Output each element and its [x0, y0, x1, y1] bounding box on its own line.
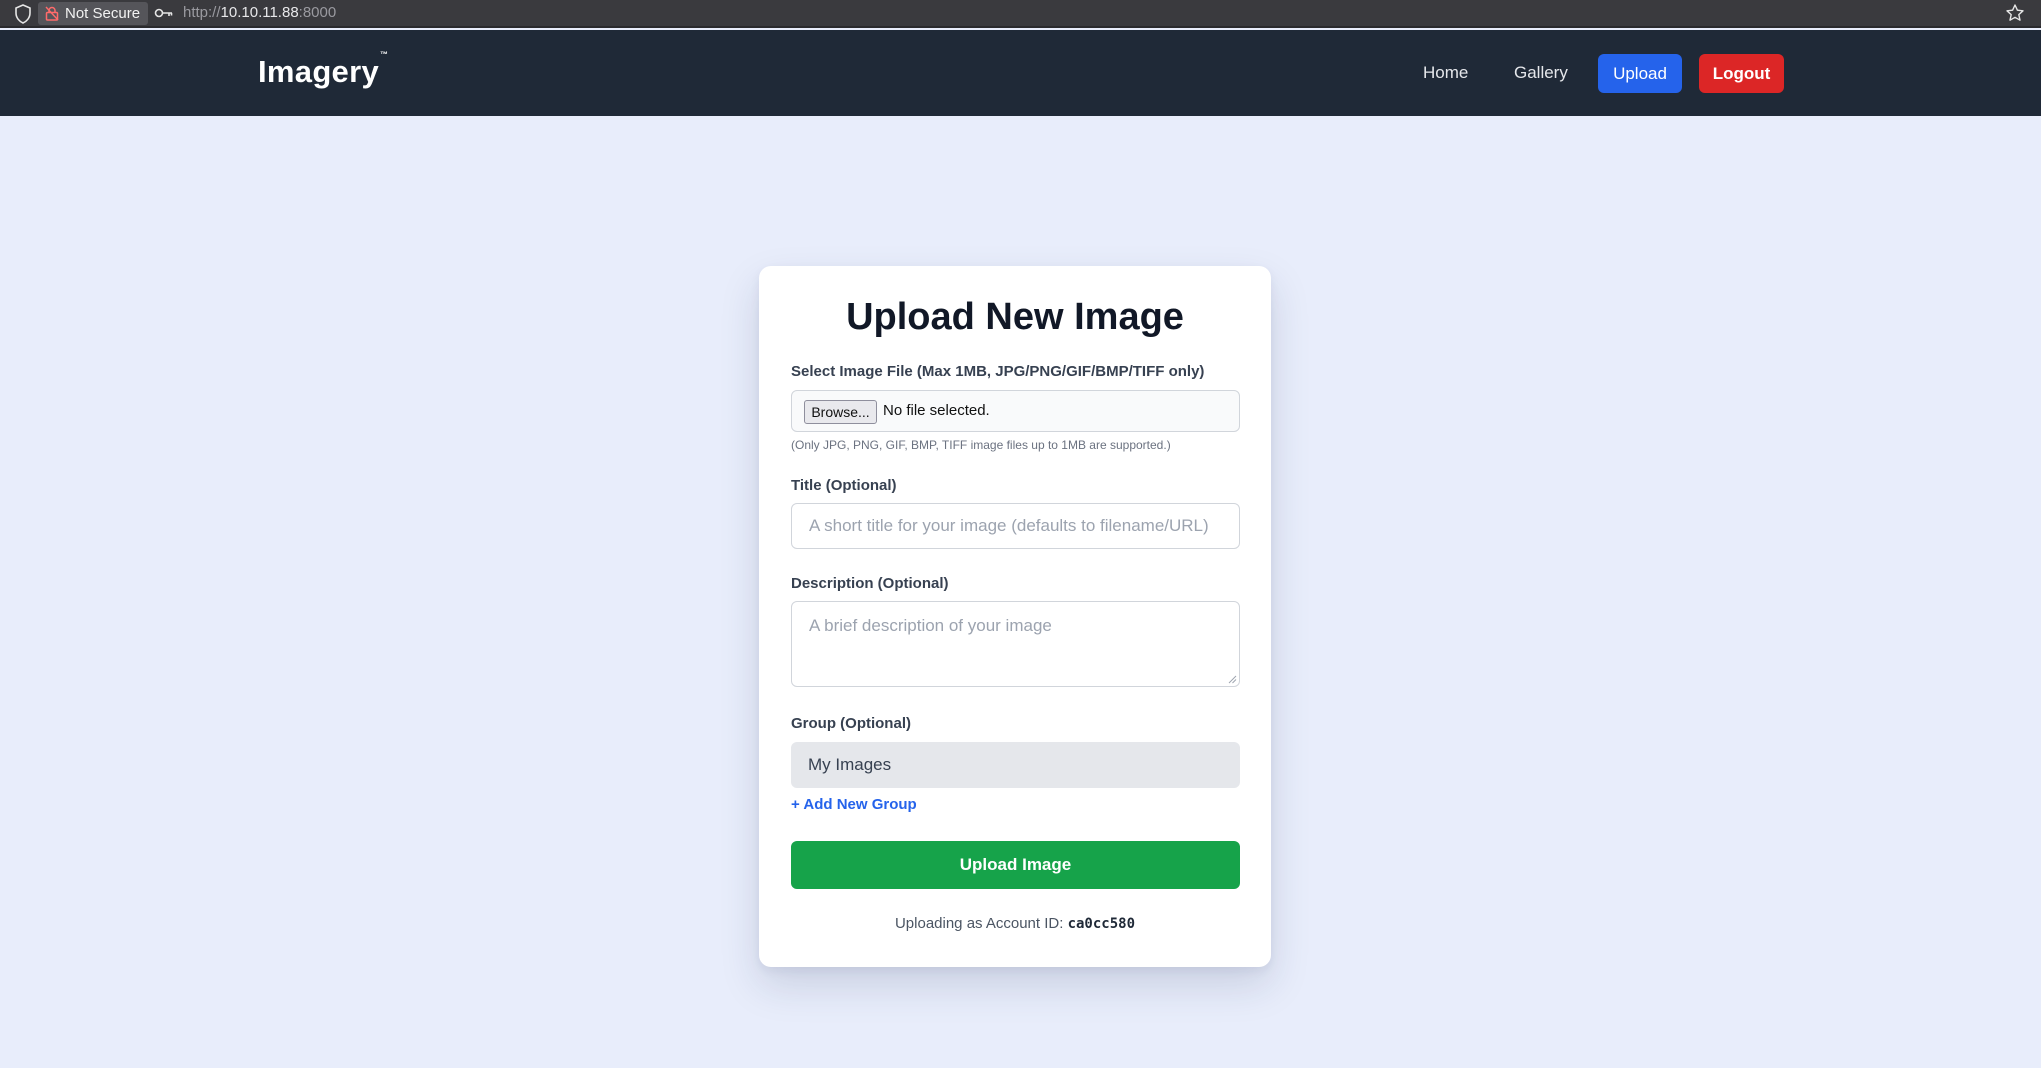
page-title: Upload New Image — [846, 296, 1184, 338]
url-port: :8000 — [298, 4, 337, 21]
title-label: Title (Optional) — [791, 477, 897, 494]
nav-upload-button[interactable]: Upload — [1598, 54, 1682, 93]
description-placeholder: A brief description of your image — [809, 616, 1052, 635]
add-group-link[interactable]: + Add New Group — [791, 796, 917, 813]
nav-home-link[interactable]: Home — [1423, 54, 1468, 92]
account-prefix: Uploading as Account ID: — [894, 915, 1064, 932]
nav-gallery-link[interactable]: Gallery — [1514, 54, 1568, 92]
file-hint: (Only JPG, PNG, GIF, BMP, TIFF image fil… — [791, 438, 1171, 452]
browse-button[interactable]: Browse... — [804, 400, 877, 424]
url-field[interactable]: http://10.10.11.88:8000 — [183, 3, 336, 23]
shield-icon[interactable] — [14, 4, 32, 24]
not-secure-label: Not Secure — [65, 5, 141, 22]
brand-name: Imagery — [258, 54, 379, 89]
account-id: ca0cc580 — [1067, 916, 1136, 932]
url-scheme: http:// — [183, 4, 221, 21]
upload-card: Upload New Image Select Image File (Max … — [759, 266, 1271, 967]
key-icon[interactable] — [154, 6, 174, 20]
description-label: Description (Optional) — [791, 575, 949, 592]
account-info: Uploading as Account ID: ca0cc580 — [759, 915, 1271, 932]
resize-grip-icon[interactable] — [1227, 674, 1237, 684]
browser-address-bar: Not Secure http://10.10.11.88:8000 — [0, 0, 2041, 28]
nav-logout-button[interactable]: Logout — [1699, 54, 1784, 93]
top-navbar: Imagery™ Home Gallery Upload Logout — [0, 30, 2041, 116]
file-status-text: No file selected. — [883, 402, 990, 419]
file-input[interactable]: Browse... No file selected. — [791, 390, 1240, 432]
insecure-lock-icon — [45, 6, 59, 21]
file-label: Select Image File (Max 1MB, JPG/PNG/GIF/… — [791, 363, 1205, 380]
not-secure-badge[interactable]: Not Secure — [38, 2, 148, 25]
url-host: 10.10.11.88 — [220, 4, 299, 21]
brand-logo[interactable]: Imagery™ — [258, 50, 388, 90]
upload-image-button[interactable]: Upload Image — [791, 841, 1240, 889]
brand-trademark: ™ — [380, 49, 389, 59]
description-textarea[interactable]: A brief description of your image — [791, 601, 1240, 687]
group-select[interactable]: My Images — [791, 742, 1240, 788]
bookmark-star-icon[interactable] — [2005, 3, 2025, 23]
group-label: Group (Optional) — [791, 715, 911, 732]
title-input[interactable]: A short title for your image (defaults t… — [791, 503, 1240, 549]
